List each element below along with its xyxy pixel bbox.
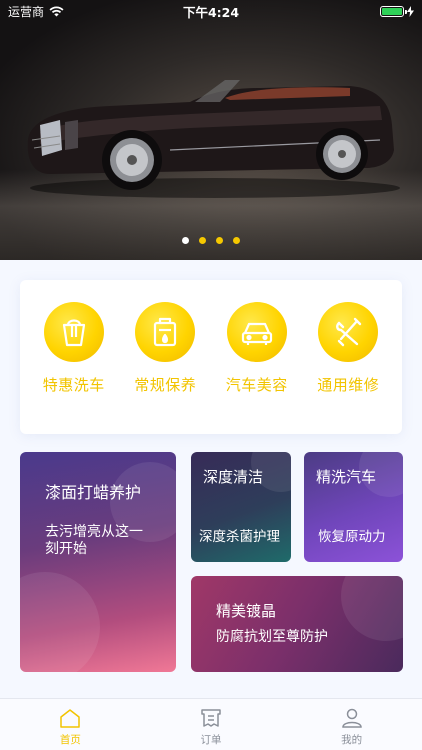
user-icon bbox=[341, 708, 362, 728]
hero-banner[interactable]: 运营商 下午4:24 bbox=[0, 0, 422, 260]
decor-bubble bbox=[341, 576, 403, 641]
bottom-tab-bar: 首页 订单 我的 bbox=[0, 698, 422, 750]
promo-title: 深度清洁 bbox=[203, 468, 264, 486]
promo-title: 精美镀晶 bbox=[216, 602, 277, 620]
tab-label: 我的 bbox=[341, 734, 363, 746]
decor-bubble bbox=[20, 572, 100, 672]
tab-home[interactable]: 首页 bbox=[20, 699, 120, 750]
wrench-screwdriver-icon bbox=[318, 302, 379, 362]
status-bar: 运营商 下午4:24 bbox=[0, 0, 422, 22]
service-beauty[interactable]: 汽车美容 bbox=[213, 302, 301, 434]
carousel-dot[interactable] bbox=[216, 237, 223, 244]
promo-subtitle: 防腐抗划至尊防护 bbox=[216, 629, 328, 645]
status-time: 下午4:24 bbox=[182, 4, 240, 20]
service-label: 汽车美容 bbox=[225, 376, 288, 394]
service-label: 特惠洗车 bbox=[42, 376, 105, 394]
oil-can-icon bbox=[135, 302, 196, 362]
car-front-icon bbox=[226, 302, 287, 362]
receipt-icon bbox=[201, 709, 221, 727]
tab-profile[interactable]: 我的 bbox=[302, 699, 402, 750]
carousel-dot[interactable] bbox=[233, 237, 240, 244]
bucket-icon bbox=[43, 302, 104, 362]
tab-label: 订单 bbox=[200, 734, 222, 746]
tab-orders[interactable]: 订单 bbox=[161, 699, 261, 750]
promo-coating[interactable]: 精美镀晶 防腐抗划至尊防护 bbox=[191, 576, 403, 672]
promo-title: 漆面打蜡养护 bbox=[45, 483, 142, 502]
car-image bbox=[27, 80, 400, 198]
service-label: 常规保养 bbox=[134, 376, 197, 394]
service-car-wash[interactable]: 特惠洗车 bbox=[30, 302, 118, 434]
tab-label: 首页 bbox=[59, 734, 81, 746]
promo-fine-wash[interactable]: 精洗汽车 恢复原动力 bbox=[304, 452, 403, 562]
service-maintenance[interactable]: 常规保养 bbox=[121, 302, 209, 434]
carousel-indicator[interactable] bbox=[0, 237, 422, 244]
carousel-dot[interactable] bbox=[199, 237, 206, 244]
promo-subtitle: 去污增亮从这一刻开始 bbox=[45, 524, 143, 557]
promo-title: 精洗汽车 bbox=[316, 468, 377, 486]
promo-subtitle: 恢复原动力 bbox=[318, 529, 386, 545]
service-repair[interactable]: 通用维修 bbox=[304, 302, 392, 434]
promo-deep-clean[interactable]: 深度清洁 深度杀菌护理 bbox=[191, 452, 291, 562]
promo-paint-wax[interactable]: 漆面打蜡养护 去污增亮从这一刻开始 bbox=[20, 452, 176, 672]
battery-fill bbox=[382, 7, 402, 15]
battery-icon bbox=[380, 5, 407, 17]
services-card: 特惠洗车 常规保养 汽车美容 通用维修 bbox=[20, 280, 402, 434]
carousel-dot[interactable] bbox=[182, 237, 189, 244]
promo-subtitle: 深度杀菌护理 bbox=[199, 529, 280, 545]
service-label: 通用维修 bbox=[317, 376, 380, 394]
home-icon bbox=[60, 709, 81, 728]
